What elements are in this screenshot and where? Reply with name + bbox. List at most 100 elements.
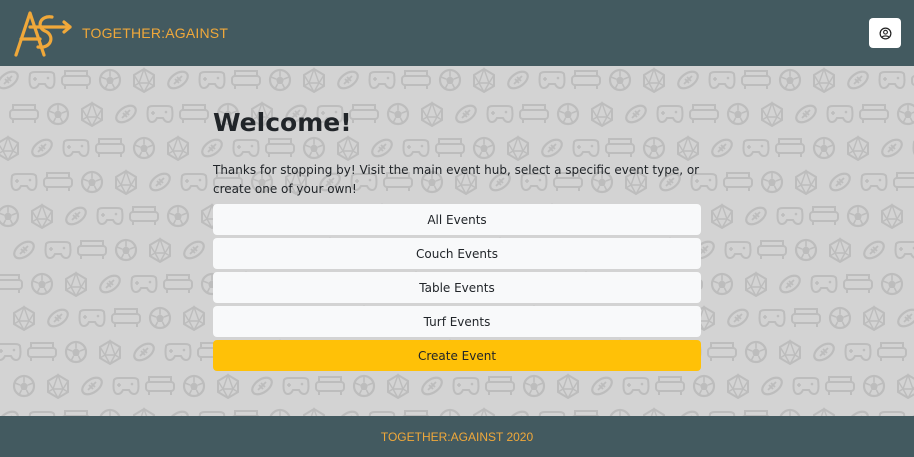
couch-icon [809, 206, 839, 226]
couch-events-button[interactable]: Couch Events [213, 238, 701, 269]
d20-dice-icon [47, 374, 69, 399]
couch-icon [723, 172, 753, 192]
soccer-ball-icon [268, 68, 292, 92]
d20-dice-icon [829, 238, 851, 263]
gamepad-icon [62, 139, 90, 157]
football-icon [44, 305, 72, 331]
soccer-ball-icon [880, 272, 904, 296]
couch-icon [111, 308, 141, 328]
couch-icon [825, 376, 855, 396]
couch-icon [401, 70, 431, 90]
football-icon [10, 237, 38, 263]
soccer-ball-icon [166, 204, 190, 228]
soccer-ball-icon [522, 374, 546, 398]
gamepad-icon [844, 343, 872, 361]
d20-dice-icon [65, 272, 87, 297]
soccer-ball-icon [794, 238, 818, 262]
gamepad-icon [742, 139, 770, 157]
d20-dice-icon [863, 306, 885, 331]
couch-icon [893, 172, 914, 192]
soccer-ball-icon [744, 340, 768, 364]
d20-dice-icon [217, 374, 239, 399]
soccer-ball-icon [896, 102, 914, 126]
footer-text: TOGETHER:AGAINST 2020 [380, 429, 534, 444]
intro-text: Thanks for stopping by! Visit the main e… [213, 163, 700, 196]
create-event-button[interactable]: Create Event [213, 340, 701, 371]
d20-dice-icon [897, 374, 914, 399]
soccer-ball-icon [98, 68, 122, 92]
soccer-ball-icon [710, 272, 734, 296]
user-circle-icon [879, 27, 891, 39]
soccer-ball-icon [148, 306, 172, 330]
d20-dice-icon [711, 204, 733, 229]
soccer-ball-icon [80, 170, 104, 194]
football-icon [62, 203, 90, 229]
brand[interactable]: TOGETHER:AGAINST [12, 7, 228, 59]
d20-dice-icon [473, 68, 495, 93]
gamepad-icon [198, 71, 226, 89]
football-icon [776, 271, 804, 297]
page-title: Welcome! [213, 108, 352, 137]
d20-dice-icon [779, 340, 801, 365]
d20-dice-icon [99, 340, 121, 365]
gamepad-icon [0, 343, 22, 361]
football-icon [164, 407, 192, 416]
soccer-ball-icon [692, 374, 716, 398]
table-events-button[interactable]: Table Events [213, 272, 701, 303]
gamepad-icon [44, 241, 72, 259]
user-account-button[interactable] [869, 18, 901, 48]
gamepad-icon [10, 173, 38, 191]
football-icon [588, 373, 616, 399]
football-icon [878, 135, 906, 161]
football-icon [724, 305, 752, 331]
d20-dice-icon [881, 204, 903, 229]
gamepad-icon [792, 377, 820, 395]
gamepad-icon [180, 173, 208, 191]
d20-dice-icon [795, 170, 817, 195]
couch-icon [791, 308, 821, 328]
gamepad-icon [78, 309, 106, 327]
gamepad-icon [28, 71, 56, 89]
d20-dice-icon [0, 136, 19, 161]
all-events-button[interactable]: All Events [213, 204, 701, 235]
couch-icon [231, 70, 261, 90]
football-icon [504, 67, 532, 93]
couch-icon [843, 274, 873, 294]
couch-icon [775, 138, 805, 158]
d20-dice-icon [643, 68, 665, 93]
gamepad-icon [452, 377, 480, 395]
gamepad-icon [538, 71, 566, 89]
gamepad-icon [112, 377, 140, 395]
gamepad-icon [130, 275, 158, 293]
brand-name: TOGETHER:AGAINST [82, 25, 229, 41]
d20-dice-icon [31, 204, 53, 229]
d20-dice-icon [81, 102, 103, 127]
football-icon [180, 237, 208, 263]
couch-icon [179, 104, 209, 124]
soccer-ball-icon [132, 136, 156, 160]
soccer-ball-icon [862, 374, 886, 398]
football-icon [96, 271, 124, 297]
soccer-ball-icon [778, 68, 802, 92]
d20-dice-icon [115, 170, 137, 195]
football-icon [674, 407, 702, 416]
couch-icon [741, 70, 771, 90]
d20-dice-icon [813, 68, 835, 93]
soccer-ball-icon [828, 306, 852, 330]
gamepad-icon [826, 105, 854, 123]
football-icon [334, 407, 362, 416]
soccer-ball-icon [114, 238, 138, 262]
football-icon [844, 67, 872, 93]
couch-icon [163, 274, 193, 294]
couch-icon [95, 138, 125, 158]
turf-events-button[interactable]: Turf Events [213, 306, 701, 337]
football-icon [112, 101, 140, 127]
d20-dice-icon [745, 272, 767, 297]
couch-icon [129, 206, 159, 226]
soccer-ball-icon [0, 204, 20, 228]
d20-dice-icon [643, 408, 665, 416]
football-icon [130, 339, 158, 365]
d20-dice-icon [303, 408, 325, 416]
couch-icon [757, 240, 787, 260]
gamepad-icon [368, 71, 396, 89]
